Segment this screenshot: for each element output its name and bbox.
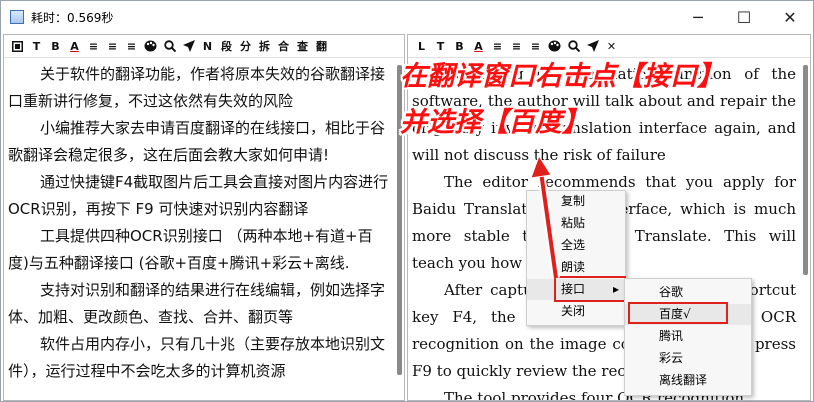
annotation-line-1: 在翻译窗口右击点【接口】 [400, 61, 724, 92]
annotation-line-2: 并选择【百度】 [400, 107, 589, 138]
